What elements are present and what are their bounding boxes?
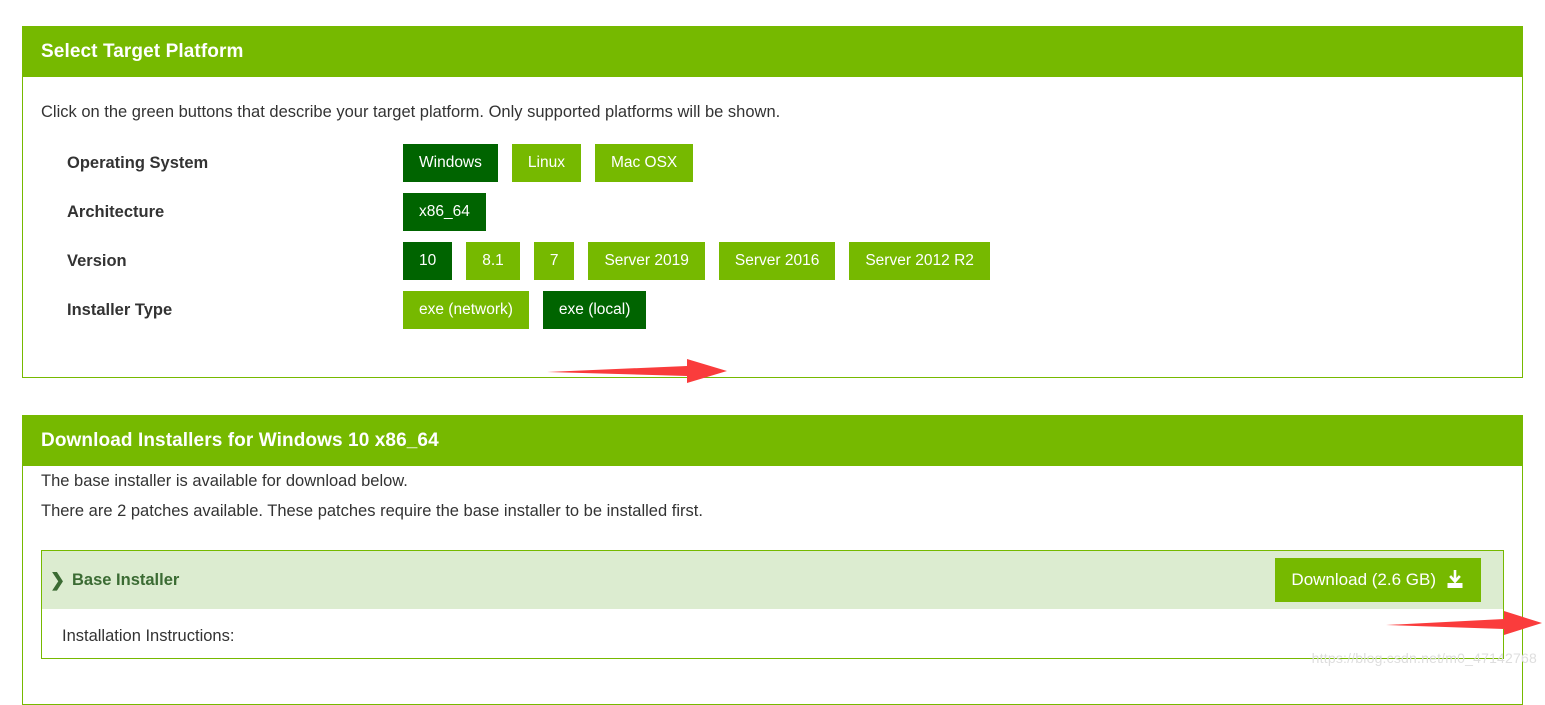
version-button-7[interactable]: 7	[533, 242, 575, 280]
installer-type-button-exe-network[interactable]: exe (network)	[403, 291, 529, 329]
base-installer-title-group: ❯ Base Installer	[50, 571, 179, 590]
row-installer-type: Installer Type exe (network) exe (local)	[23, 291, 1522, 329]
base-installer-header[interactable]: ❯ Base Installer Download (2.6 GB)	[42, 551, 1503, 609]
download-info-line-2: There are 2 patches available. These pat…	[41, 502, 703, 520]
label-installer-type: Installer Type	[67, 301, 173, 319]
version-button-10[interactable]: 10	[403, 242, 453, 280]
download-installers-panel: Download Installers for Windows 10 x86_6…	[22, 415, 1523, 705]
os-button-linux[interactable]: Linux	[511, 144, 581, 182]
version-button-server-2016[interactable]: Server 2016	[718, 242, 836, 280]
button-group-installer-type: exe (network) exe (local)	[403, 291, 647, 329]
label-architecture: Architecture	[67, 203, 165, 221]
row-version: Version 10 8.1 7 Server 2019 Server 2016…	[23, 242, 1522, 280]
version-button-server-2012-r2[interactable]: Server 2012 R2	[849, 242, 990, 280]
platform-selector-rows: Operating System Windows Linux Mac OSX A…	[23, 144, 1522, 329]
chevron-right-icon: ❯	[50, 570, 66, 590]
download-installers-body: The base installer is available for down…	[23, 466, 1522, 659]
base-installer-content: Installation Instructions:	[42, 609, 1503, 658]
architecture-button-x86-64[interactable]: x86_64	[403, 193, 486, 231]
download-info-line-1: The base installer is available for down…	[41, 472, 408, 490]
base-installer-label: Base Installer	[72, 570, 180, 589]
version-button-server-2019[interactable]: Server 2019	[588, 242, 705, 280]
download-button[interactable]: Download (2.6 GB)	[1275, 558, 1481, 602]
installation-instructions-label: Installation Instructions:	[62, 627, 235, 645]
row-operating-system: Operating System Windows Linux Mac OSX	[23, 144, 1522, 182]
os-button-mac-osx[interactable]: Mac OSX	[594, 144, 694, 182]
platform-intro-text: Click on the green buttons that describe…	[41, 103, 781, 121]
label-version: Version	[67, 252, 127, 270]
download-installers-header: Download Installers for Windows 10 x86_6…	[23, 416, 1522, 466]
installer-type-button-exe-local[interactable]: exe (local)	[542, 291, 647, 329]
os-button-windows[interactable]: Windows	[403, 144, 498, 182]
select-target-platform-panel: Select Target Platform Click on the gree…	[22, 26, 1523, 378]
download-button-label: Download (2.6 GB)	[1291, 570, 1436, 589]
row-architecture: Architecture x86_64	[23, 193, 1522, 231]
download-icon	[1447, 570, 1463, 588]
base-installer-box: ❯ Base Installer Download (2.6 GB) Insta…	[41, 550, 1504, 659]
select-platform-body: Click on the green buttons that describe…	[23, 77, 1522, 329]
button-group-version: 10 8.1 7 Server 2019 Server 2016 Server …	[403, 242, 990, 280]
version-button-8-1[interactable]: 8.1	[466, 242, 520, 280]
label-operating-system: Operating System	[67, 154, 209, 172]
button-group-architecture: x86_64	[403, 193, 486, 231]
button-group-operating-system: Windows Linux Mac OSX	[403, 144, 694, 182]
select-platform-header: Select Target Platform	[23, 27, 1522, 77]
watermark-text: https://blog.csdn.net/m0_47142768	[1311, 650, 1537, 666]
